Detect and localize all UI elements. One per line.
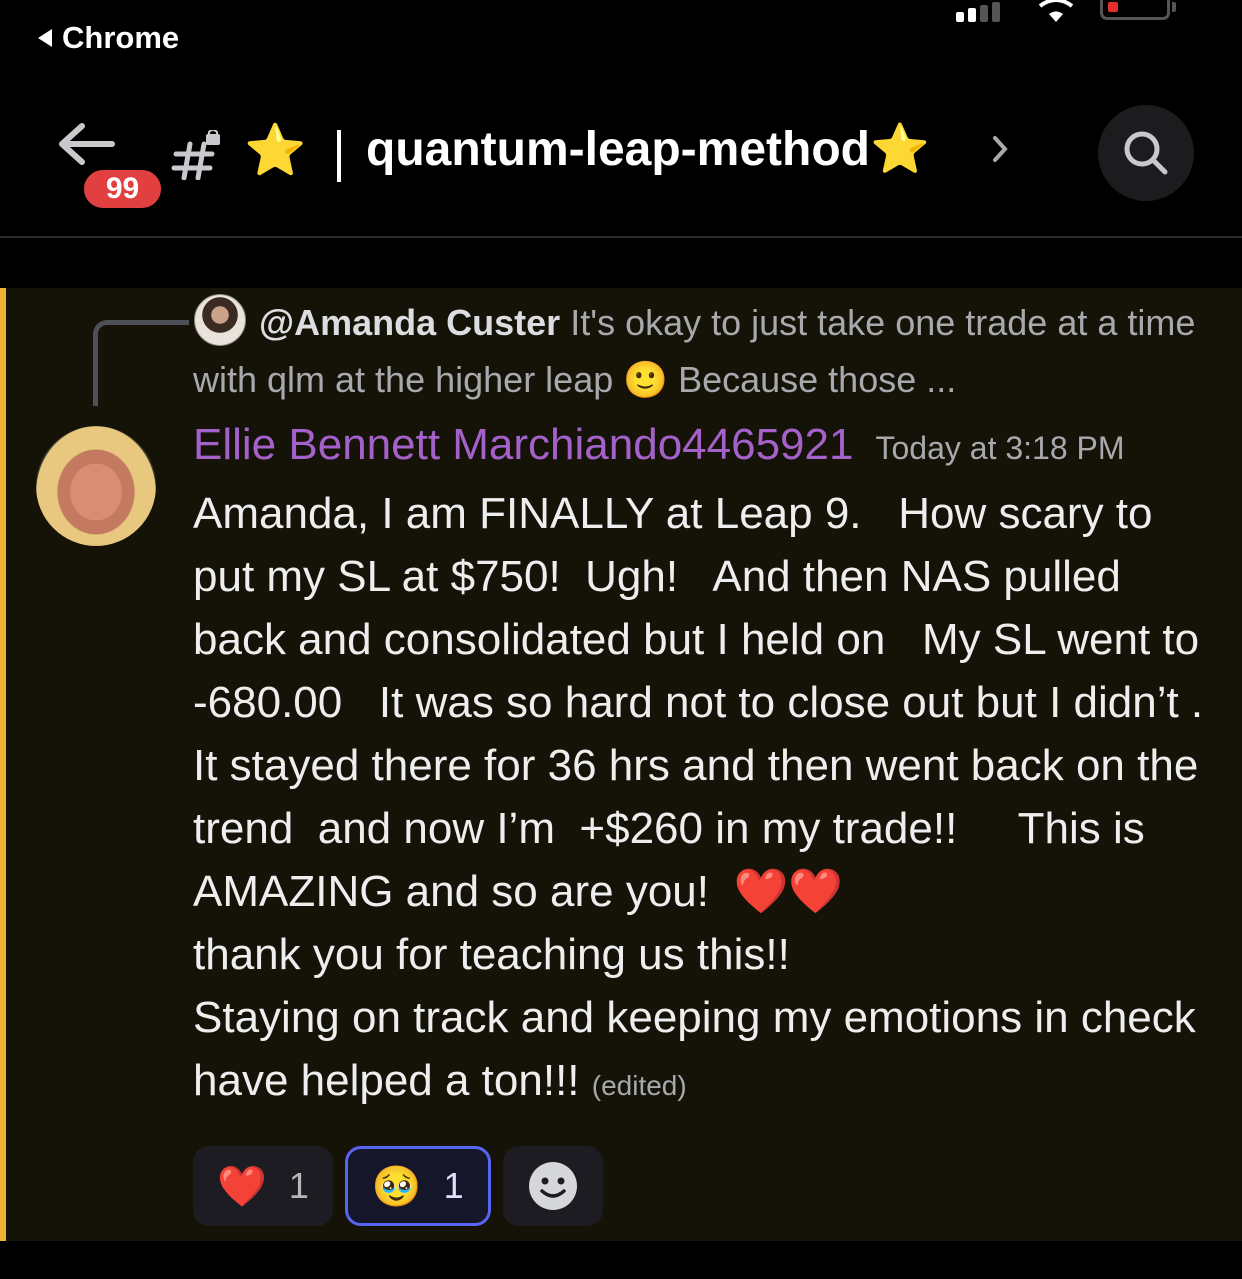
add-reaction-smiley-icon xyxy=(528,1162,577,1210)
reply-connector xyxy=(93,320,189,406)
back-to-app-link[interactable]: Chrome xyxy=(38,20,179,56)
status-bar: Chrome xyxy=(0,0,1242,80)
unread-badge: 99 xyxy=(80,166,165,212)
back-triangle-icon xyxy=(38,29,52,47)
reply-avatar[interactable] xyxy=(194,294,246,346)
heart-emojis: ❤️❤️ xyxy=(733,867,844,916)
reaction-heart[interactable]: ❤️ 1 xyxy=(193,1146,333,1226)
reply-author[interactable]: @Amanda Custer xyxy=(259,302,560,343)
chevron-right-icon[interactable] xyxy=(990,132,1010,166)
message-text: Amanda, I am FINALLY at Leap 9. How scar… xyxy=(193,489,1228,916)
battery-icon xyxy=(1100,0,1176,20)
bottom-area xyxy=(0,1241,1242,1279)
locked-hash-icon xyxy=(171,130,220,180)
message-item[interactable]: @Amanda Custer It's okay to just take on… xyxy=(0,288,1242,1241)
heart-emoji-icon: ❤️ xyxy=(217,1164,267,1209)
channel-emoji: ⭐ xyxy=(244,121,307,179)
reply-preview[interactable]: @Amanda Custer It's okay to just take on… xyxy=(193,294,1213,408)
back-arrow-icon[interactable] xyxy=(56,122,116,166)
reaction-count: 1 xyxy=(288,1165,309,1206)
search-button[interactable] xyxy=(1098,105,1194,201)
message-text-end: thank you for teaching us this!! Staying… xyxy=(193,930,1196,1105)
message-timestamp: Today at 3:18 PM xyxy=(875,430,1125,466)
message-header: Ellie Bennett Marchiando4465921 Today at … xyxy=(193,420,1125,470)
holding-back-tears-emoji-icon: 🥹 xyxy=(371,1164,422,1209)
title-divider xyxy=(337,130,341,182)
back-app-label: Chrome xyxy=(62,20,180,55)
reaction-bar: ❤️ 1 🥹 1 xyxy=(193,1146,603,1226)
avatar[interactable] xyxy=(36,426,156,546)
cellular-signal-icon xyxy=(956,2,1000,22)
channel-title[interactable]: quantum-leap-method⭐ xyxy=(366,120,930,180)
edited-label: (edited) xyxy=(591,1070,687,1101)
channel-header: 99 ⭐ quantum-leap-method⭐ xyxy=(0,90,1242,238)
reaction-count: 1 xyxy=(443,1165,464,1206)
wifi-icon xyxy=(1038,0,1074,22)
message-author[interactable]: Ellie Bennett Marchiando4465921 xyxy=(193,420,853,469)
reaction-holding-back-tears[interactable]: 🥹 1 xyxy=(344,1146,491,1226)
message-body: Amanda, I am FINALLY at Leap 9. How scar… xyxy=(193,482,1213,1117)
add-reaction-button[interactable] xyxy=(502,1146,603,1226)
search-icon xyxy=(1124,131,1168,175)
mention-highlight-bar xyxy=(0,288,6,1241)
